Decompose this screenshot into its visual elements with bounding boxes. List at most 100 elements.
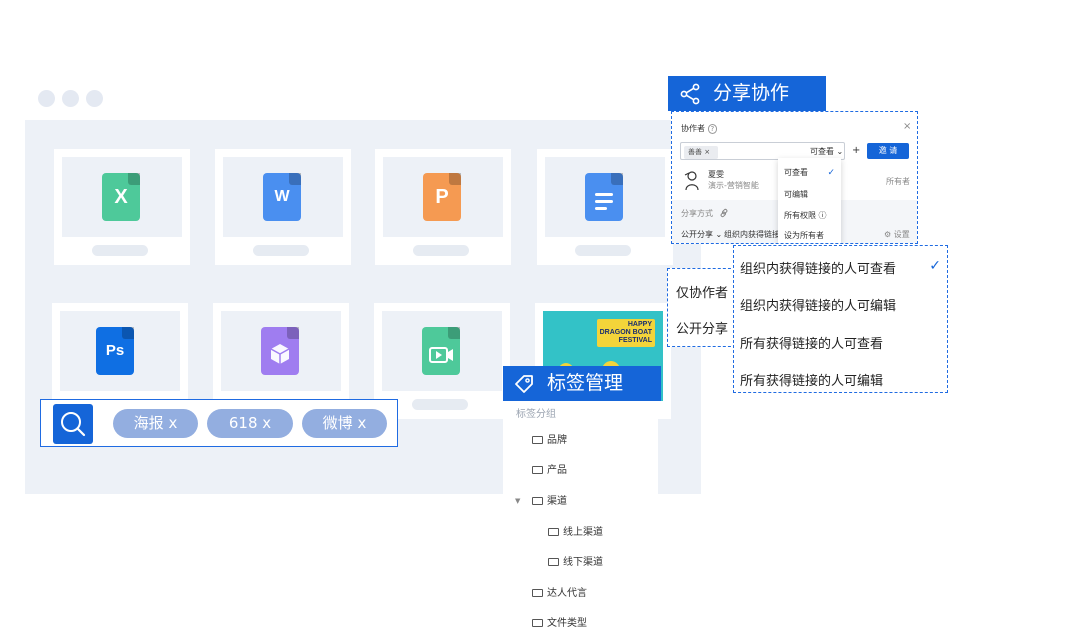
file-card-ppt[interactable]: P: [375, 149, 511, 265]
marketing-illustration: X W P Ps HAPPY DRAGON BOAT FESTIVAL 海报 x…: [0, 0, 1080, 641]
permission-option-owner[interactable]: 设为所有者: [784, 230, 824, 241]
file-thumb: [545, 157, 665, 237]
permission-option-full[interactable]: 所有权限 ⓘ: [784, 210, 827, 221]
tag-group-item-label: 线下渠道: [563, 557, 603, 568]
poster-caption: HAPPY DRAGON BOAT FESTIVAL: [596, 319, 655, 347]
tag-group-item[interactable]: 渠道: [532, 495, 567, 509]
folder-icon: [532, 589, 543, 597]
link-option-org-view[interactable]: 组织内获得链接的人可查看: [740, 258, 896, 277]
file-thumb: [382, 311, 502, 391]
owner-label: 所有者: [886, 177, 910, 186]
window-dot-3[interactable]: [86, 90, 103, 107]
word-glyph: W: [274, 188, 290, 205]
tag-group-item-label: 渠道: [547, 496, 567, 507]
play-icon: [429, 347, 453, 363]
avatar: [684, 171, 699, 191]
cube-icon: [270, 344, 290, 364]
file-name-placeholder: [253, 245, 309, 256]
collaborators-label-text: 协作者: [681, 124, 705, 133]
folder-icon: [532, 497, 543, 505]
3d-box-icon: [261, 327, 299, 375]
folder-icon: [532, 436, 543, 444]
link-option-org-edit[interactable]: 组织内获得链接的人可编辑: [740, 295, 896, 314]
window-dot-1[interactable]: [38, 90, 55, 107]
video-icon: [422, 327, 460, 375]
check-icon: ✓: [827, 168, 835, 178]
file-card-document[interactable]: [537, 149, 673, 265]
tag-icon: [515, 375, 533, 393]
link-icon[interactable]: [719, 208, 729, 218]
settings-label: 设置: [893, 230, 910, 239]
collaborator-department: 演示-营销智能: [708, 181, 759, 190]
permission-dropdown: 可查看 ✓ 可编辑 所有权限 ⓘ 设为所有者: [778, 158, 841, 243]
caret-down-icon[interactable]: ▼: [515, 497, 520, 505]
photoshop-icon: Ps: [96, 327, 134, 375]
collaborators-label: 协作者 ?: [681, 124, 718, 134]
close-icon[interactable]: ×: [903, 122, 911, 132]
collaborator-name: 夏雯: [708, 170, 724, 179]
folder-icon: [548, 528, 559, 536]
share-panel-title: 分享协作: [713, 82, 790, 104]
search-icon: [61, 412, 86, 437]
permission-option-view[interactable]: 可查看: [784, 167, 808, 178]
scope-public-share[interactable]: 公开分享: [676, 318, 728, 337]
file-card-excel[interactable]: X: [54, 149, 190, 265]
ppt-icon: P: [423, 173, 461, 221]
document-lines-icon: [595, 193, 613, 210]
add-icon[interactable]: +: [852, 146, 860, 156]
share-mode-select[interactable]: 公开分享 ⌄: [681, 230, 722, 240]
excel-icon: X: [102, 173, 140, 221]
invite-button[interactable]: 邀 请: [867, 143, 909, 159]
tag-group-item-label: 品牌: [547, 435, 567, 446]
file-thumb: X: [62, 157, 182, 237]
search-tag-chip[interactable]: 618 x: [207, 409, 293, 438]
file-thumb: W: [223, 157, 343, 237]
tag-group-item[interactable]: 文件类型: [532, 617, 587, 631]
tag-group-subitem[interactable]: 线上渠道: [548, 526, 603, 540]
ps-glyph: Ps: [105, 342, 125, 359]
settings-button[interactable]: ⚙ 设置: [884, 230, 910, 240]
window-dot-2[interactable]: [62, 90, 79, 107]
collaborator-chip[interactable]: 善善 ×: [684, 146, 718, 159]
search-button[interactable]: [53, 404, 93, 444]
tag-group-item-label: 达人代言: [547, 588, 587, 599]
tag-management-header: 标签管理: [503, 366, 661, 401]
tag-group-item[interactable]: 达人代言: [532, 587, 587, 601]
tag-group-item-label: 文件类型: [547, 618, 587, 629]
share-method-label: 分享方式: [681, 209, 713, 218]
file-thumb: P: [383, 157, 503, 237]
file-name-placeholder: [413, 245, 469, 256]
share-dialog: 协作者 ? × 善善 × 可查看 ⌄ + 邀 请 夏雯 演示-营销智能 所有者 …: [671, 111, 918, 244]
share-collaboration-header: 分享协作: [668, 76, 826, 111]
file-card-word[interactable]: W: [215, 149, 351, 265]
file-thumb: [221, 311, 341, 391]
file-name-placeholder: [412, 399, 468, 410]
gear-icon: ⚙: [884, 230, 892, 239]
file-name-placeholder: [575, 245, 631, 256]
link-permission-menu: 组织内获得链接的人可查看 ✓ 组织内获得链接的人可编辑 所有获得链接的人可查看 …: [733, 245, 948, 393]
link-option-all-edit[interactable]: 所有获得链接的人可编辑: [740, 370, 883, 389]
help-icon[interactable]: ?: [707, 124, 718, 134]
tag-panel-title: 标签管理: [547, 372, 624, 394]
link-option-all-view[interactable]: 所有获得链接的人可查看: [740, 333, 883, 352]
file-thumb: Ps: [60, 311, 180, 391]
scope-collaborators-only[interactable]: 仅协作者: [676, 282, 728, 301]
tag-group-subitem[interactable]: 线下渠道: [548, 556, 603, 570]
file-name-placeholder: [92, 245, 148, 256]
share-icon: [680, 83, 700, 105]
tag-group-item[interactable]: 品牌: [532, 434, 567, 448]
search-tag-chip[interactable]: 微博 x: [302, 409, 387, 438]
search-tag-chip[interactable]: 海报 x: [113, 409, 198, 438]
ppt-glyph: P: [435, 186, 449, 208]
check-icon: ✓: [929, 258, 941, 274]
permission-option-edit[interactable]: 可编辑: [784, 189, 808, 200]
document-icon: [585, 173, 623, 221]
permission-select[interactable]: 可查看 ⌄: [810, 147, 843, 157]
tag-group-item[interactable]: 产品: [532, 464, 567, 478]
tag-group-label: 标签分组: [516, 409, 556, 420]
tag-group-item-label: 线上渠道: [563, 527, 603, 538]
window-title-bar: [25, 73, 701, 120]
tag-search-bar[interactable]: 海报 x 618 x 微博 x: [40, 399, 398, 447]
folder-icon: [532, 466, 543, 474]
tag-group-item-label: 产品: [547, 465, 567, 476]
